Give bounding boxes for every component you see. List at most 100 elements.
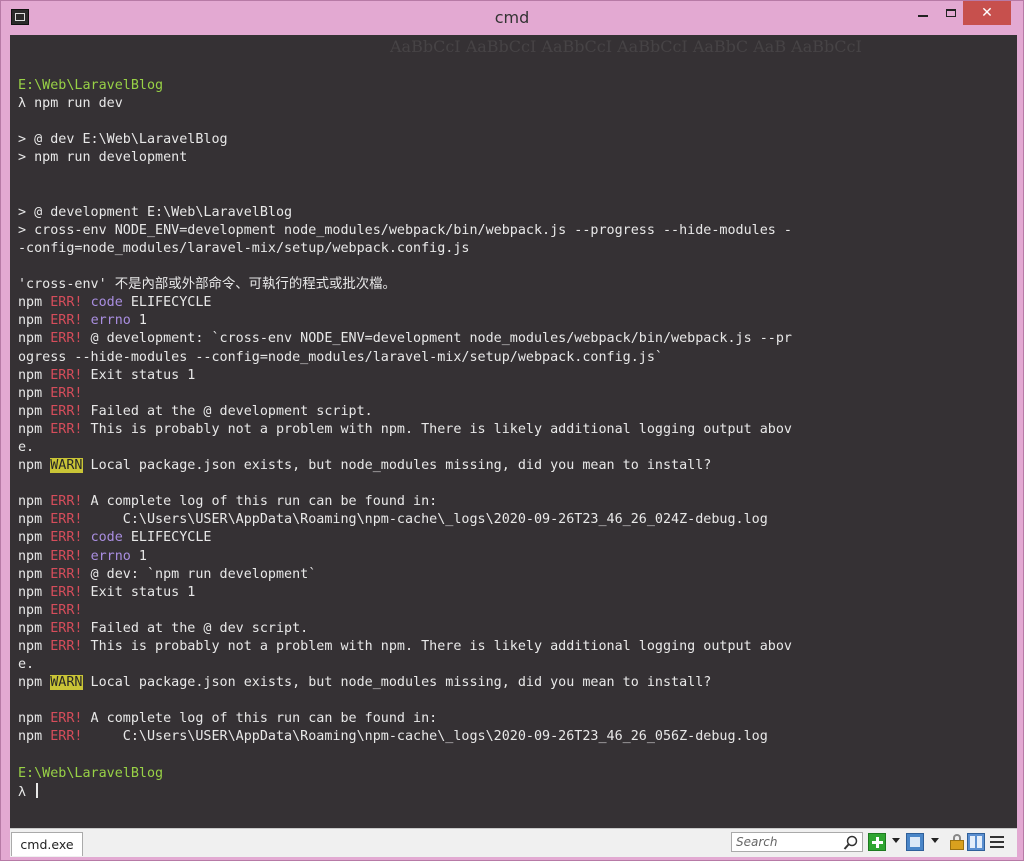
terminal-line: npm ERR! errno 1 (18, 548, 1009, 566)
line-text: npm (18, 313, 51, 329)
error-tag: ERR! (50, 639, 83, 654)
console-window: cmd ✕ AaBbCcI AaBbCcI AaBbCcI AaBbCcI Aa… (0, 0, 1024, 861)
line-text: npm (18, 331, 51, 347)
terminal-line: ogress --hide-modules --config=node_modu… (18, 349, 1009, 367)
lock-icon[interactable] (948, 833, 966, 851)
line-text: Exit status 1 (82, 584, 196, 600)
line-text: npm (18, 295, 51, 311)
split-icon[interactable] (967, 833, 985, 851)
line-text: @ development: `cross-env NODE_ENV=devel… (82, 331, 792, 347)
title-bar[interactable]: cmd ✕ (1, 1, 1023, 35)
line-text: This is probably not a problem with npm.… (82, 421, 792, 437)
terminal-line: npm ERR! errno 1 (18, 312, 1009, 330)
error-tag: ERR! (50, 602, 83, 618)
view-icon[interactable] (906, 833, 924, 851)
terminal-line: λ (18, 782, 1009, 801)
line-text: A complete log of this run can be found … (82, 494, 438, 510)
line-text (83, 530, 91, 545)
line-text (83, 295, 91, 310)
error-tag: ERR! (50, 385, 83, 401)
line-text: npm (18, 548, 51, 564)
line-text: npm (18, 458, 51, 474)
error-tag: ERR! (50, 313, 83, 329)
line-text: > npm run development (18, 150, 188, 166)
terminal-output[interactable]: AaBbCcI AaBbCcI AaBbCcI AaBbCcI AaBbC Aa… (10, 35, 1017, 828)
terminal-line: -config=node_modules/laravel-mix/setup/w… (18, 240, 1009, 258)
status-bar: cmd.exe (10, 828, 1017, 857)
line-text: npm (18, 675, 51, 691)
terminal-line: npm ERR! Exit status 1 (18, 367, 1009, 385)
line-text (83, 313, 91, 328)
error-tag: ERR! (50, 711, 83, 727)
line-text: > @ development E:\Web\LaravelBlog (18, 204, 293, 220)
terminal-line: > @ dev E:\Web\LaravelBlog (18, 131, 1009, 149)
line-text: npm (18, 494, 51, 510)
menu-icon[interactable] (988, 833, 1006, 851)
terminal-line: npm WARN Local package.json exists, but … (18, 457, 1009, 475)
error-tag: ERR! (50, 367, 83, 383)
line-text: npm (18, 367, 51, 383)
terminal-line: e. (18, 656, 1009, 674)
terminal-line: npm ERR! code ELIFECYCLE (18, 529, 1009, 547)
line-text: A complete log of this run can be found … (82, 711, 438, 727)
search-icon[interactable] (843, 835, 859, 851)
terminal-line: npm ERR! Failed at the @ development scr… (18, 403, 1009, 421)
search-input[interactable] (732, 833, 842, 851)
warn-tag: WARN (50, 675, 83, 691)
tab-cmd[interactable]: cmd.exe (11, 832, 83, 856)
new-console-icon[interactable] (868, 833, 886, 851)
terminal-line: E:\Web\LaravelBlog (18, 77, 1009, 95)
terminal-line: npm ERR! A complete log of this run can … (18, 493, 1009, 511)
terminal-line: 'cross-env' 不是內部或外部命令、可執行的程式或批次檔。 (18, 276, 1009, 294)
terminal-line: > @ development E:\Web\LaravelBlog (18, 204, 1009, 222)
terminal-line: > npm run development (18, 149, 1009, 167)
terminal-line: e. (18, 439, 1009, 457)
terminal-line: npm ERR! Failed at the @ dev script. (18, 620, 1009, 638)
error-tag: ERR! (50, 584, 83, 600)
line-text: 1 (130, 548, 147, 564)
chevron-down-icon[interactable] (931, 838, 939, 843)
terminal-line: npm ERR! This is probably not a problem … (18, 638, 1009, 656)
terminal-line: npm ERR! C:\Users\USER\AppData\Roaming\n… (18, 511, 1009, 529)
line-text: npm (18, 639, 51, 654)
error-tag: ERR! (50, 421, 83, 437)
line-text: npm (18, 711, 51, 727)
line-text: npm (18, 512, 51, 528)
terminal-line: npm ERR! C:\Users\USER\AppData\Roaming\n… (18, 728, 1009, 746)
minimize-button[interactable] (909, 1, 937, 25)
chevron-down-icon[interactable] (892, 838, 900, 843)
line-text: e. (18, 657, 35, 673)
prompt-path: E:\Web\LaravelBlog (18, 765, 164, 781)
error-tag: ERR! (50, 530, 83, 546)
line-text: npm (18, 729, 51, 745)
line-text: λ (18, 784, 35, 800)
error-tag: ERR! (50, 295, 83, 311)
line-text: This is probably not a problem with npm.… (82, 639, 792, 654)
maximize-icon (946, 9, 956, 17)
terminal-line: λ npm run dev (18, 95, 1009, 113)
line-text (83, 549, 91, 564)
line-text: npm (18, 602, 51, 618)
maximize-button[interactable] (937, 1, 965, 25)
line-text: Local package.json exists, but node_modu… (82, 675, 712, 691)
error-tag: ERR! (50, 729, 83, 745)
terminal-line: > cross-env NODE_ENV=development node_mo… (18, 222, 1009, 240)
window-title: cmd (494, 8, 530, 27)
close-button[interactable]: ✕ (963, 1, 1011, 25)
background-bleed: AaBbCcI AaBbCcI AaBbCcI AaBbCcI AaBbC Aa… (390, 37, 862, 56)
line-text: npm (18, 385, 51, 401)
search-box[interactable] (731, 832, 863, 852)
line-text: ELIFECYCLE (122, 530, 212, 546)
error-keyword: code (90, 530, 123, 546)
warn-tag: WARN (50, 458, 83, 474)
error-tag: ERR! (50, 620, 83, 636)
terminal-lines: E:\Web\LaravelBlog λ npm run dev > @ dev E… (18, 59, 1009, 801)
line-text: > cross-env NODE_ENV=development node_mo… (18, 222, 792, 238)
line-text: npm (18, 421, 51, 437)
error-tag: ERR! (50, 331, 83, 347)
